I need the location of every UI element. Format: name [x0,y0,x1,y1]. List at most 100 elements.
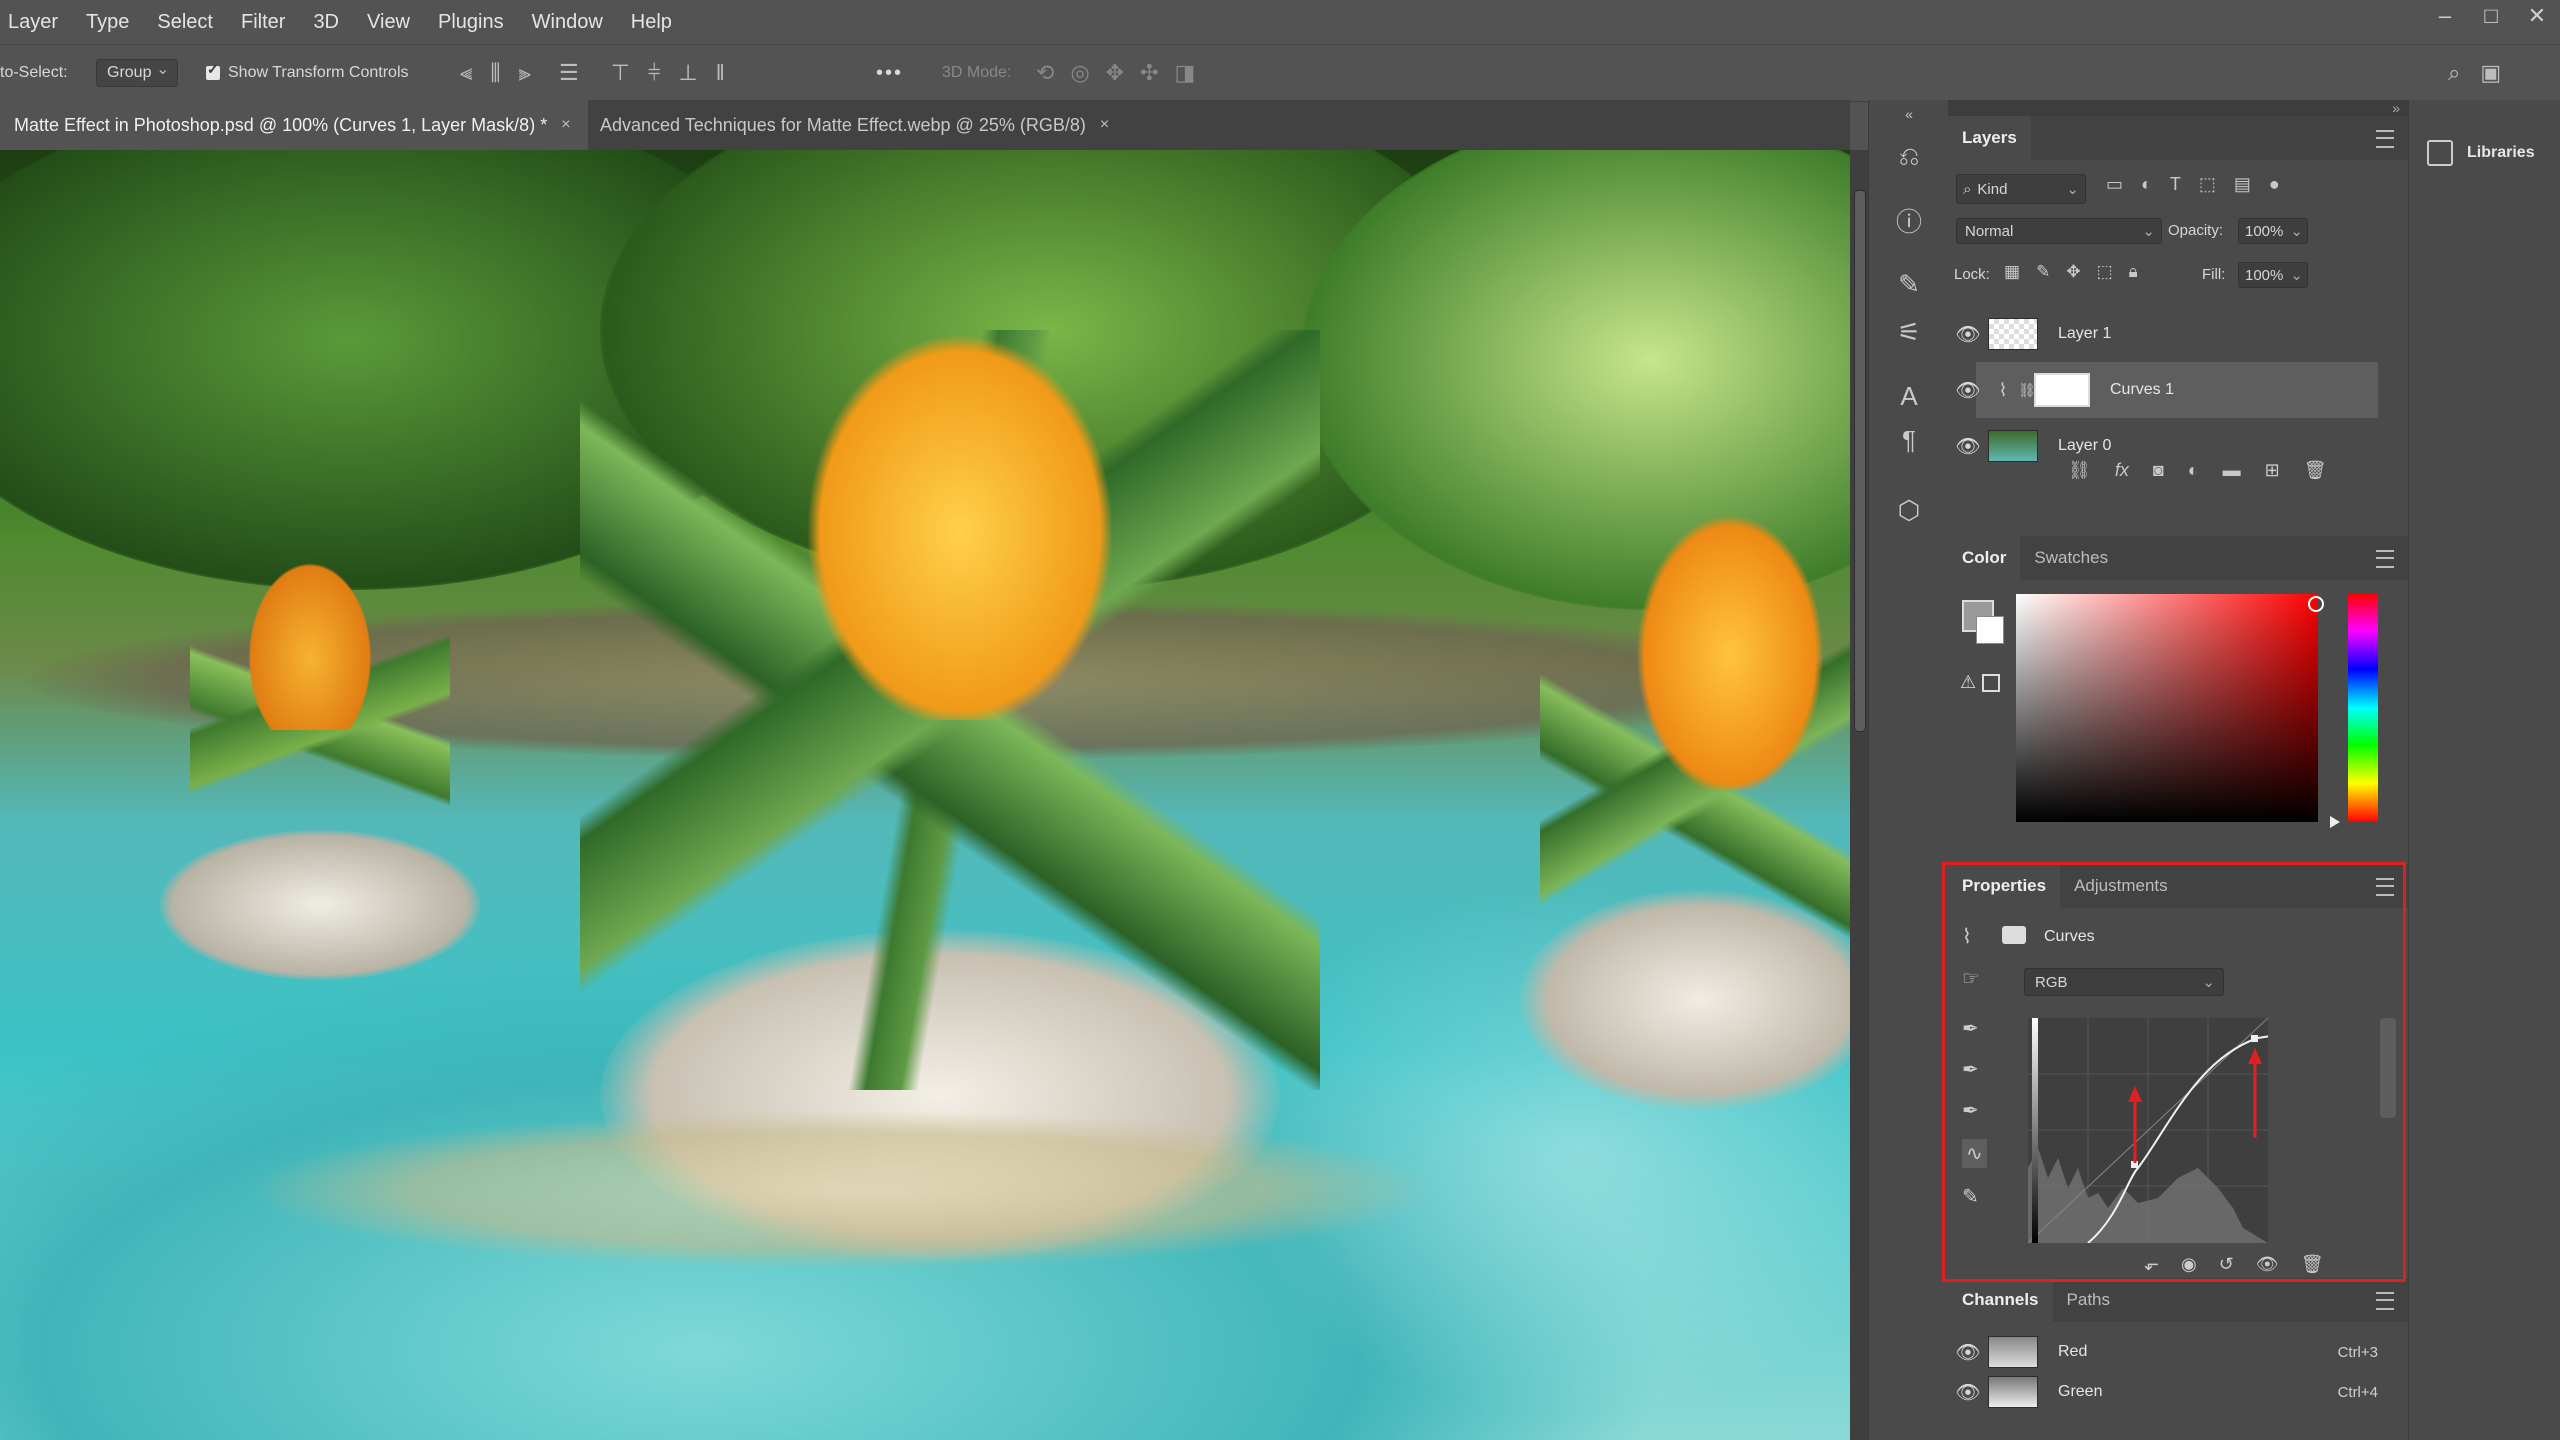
fx-icon[interactable]: fx [2115,460,2129,481]
canvas-scrollbar[interactable] [1850,150,1868,1440]
align-bottom-icon[interactable]: ⊥ [679,60,698,86]
channels-panel-header: Channels Paths [1948,1278,2408,1322]
collapse-icon[interactable]: « [1891,104,1927,124]
lock-artboard-icon[interactable]: ⬚ [2097,262,2113,282]
opacity-field[interactable]: 100% ⌄ [2238,218,2308,244]
menu-type[interactable]: Type [72,11,143,34]
history-icon[interactable]: ⎌ [1891,138,1927,174]
new-group-icon[interactable]: ▬ [2223,460,2241,481]
blend-mode-dropdown[interactable]: Normal ⌄ [1956,218,2162,244]
layer-filter-dropdown[interactable]: ⌕ Kind ⌄ [1956,174,2086,204]
align-middle-icon[interactable]: ⫩ [648,60,661,86]
hue-slider[interactable] [2348,594,2378,822]
align-left-icon[interactable]: ⫷ [460,60,472,86]
new-layer-icon[interactable]: ⊞ [2265,460,2280,481]
video-camera-icon[interactable]: ◨ [1175,60,1196,86]
menu-filter[interactable]: Filter [227,11,299,34]
eye-icon[interactable]: 👁︎ [1948,1340,1988,1365]
channel-row[interactable]: 👁︎ Red Ctrl+3 [1948,1332,2378,1372]
new-adjustment-icon[interactable]: ◐ [2188,460,2199,481]
brush-settings-icon[interactable]: ✎ [1891,266,1927,302]
fill-field[interactable]: 100% ⌄ [2238,262,2308,288]
search-icon: ⌕ [1963,180,1972,198]
layer-mask-thumbnail[interactable] [2034,373,2090,407]
document-canvas[interactable] [0,150,1850,1440]
auto-select-dropdown[interactable]: Group [96,59,179,87]
close-tab-icon[interactable]: × [561,116,570,134]
lock-position-icon[interactable]: ✥ [2066,262,2080,282]
add-mask-icon[interactable]: ◙ [2153,460,2164,481]
tab-advanced-techniques[interactable]: Advanced Techniques for Matte Effect.web… [586,100,1123,150]
document-tab-bar: Matte Effect in Photoshop.psd @ 100% (Cu… [0,100,1850,151]
tab-matte-effect-psd[interactable]: Matte Effect in Photoshop.psd @ 100% (Cu… [0,100,588,150]
maximize-button[interactable]: □ [2468,0,2514,36]
background-color-swatch[interactable] [1976,616,2004,644]
fill-value: 100% [2245,267,2284,284]
align-top-icon[interactable]: ⊤ [611,60,630,86]
options-bar: to-Select: Group Show Transform Controls… [0,44,2560,102]
lock-transparent-icon[interactable]: ▦ [2004,262,2020,282]
color-picker-handle[interactable] [2308,596,2324,612]
menu-select[interactable]: Select [143,11,227,34]
search-icon[interactable]: ⌕ [2448,60,2460,86]
tab-layers[interactable]: Layers [1948,116,2031,160]
delete-layer-icon[interactable]: 🗑︎ [2304,460,2327,481]
roll-icon[interactable]: ◎ [1070,60,1089,86]
hue-slider-handle[interactable] [2330,816,2340,828]
character-icon[interactable]: A [1891,378,1927,414]
eye-icon[interactable]: 👁︎ [1948,322,1988,347]
tab-color[interactable]: Color [1948,536,2021,580]
menu-view[interactable]: View [353,11,424,34]
close-window-button[interactable]: ✕ [2514,0,2560,36]
menu-3d[interactable]: 3D [299,11,353,34]
align-center-h-icon[interactable]: ⫼ [490,60,500,86]
slide-icon[interactable]: ✣ [1140,60,1158,86]
align-right-icon[interactable]: ⫸ [519,60,531,86]
layer-row[interactable]: 👁︎ Layer 1 [1948,306,2378,362]
eye-icon[interactable]: 👁︎ [1948,378,1988,403]
libraries-button[interactable]: Libraries [2427,140,2535,166]
more-options-button[interactable]: ••• [876,45,903,101]
menu-help[interactable]: Help [617,11,686,34]
panel-collapse-icon[interactable]: » [1948,100,2408,116]
tab-swatches[interactable]: Swatches [2020,536,2122,580]
filter-toggle-icon[interactable]: ● [2269,174,2280,195]
tab-label: Matte Effect in Photoshop.psd @ 100% (Cu… [14,114,548,135]
color-panel-menu-icon[interactable] [2376,550,2394,568]
lock-pixels-icon[interactable]: ✎ [2036,262,2050,282]
workspace-icon[interactable]: ▣ [2480,60,2501,86]
lock-all-icon[interactable]: 🔒︎ [2129,262,2138,282]
3d-cube-icon[interactable]: ⬡ [1891,492,1927,528]
orbit-icon[interactable]: ⟲ [1036,60,1054,86]
shape-filter-icon[interactable]: ⬚ [2199,174,2216,195]
close-tab-icon[interactable]: × [1100,116,1109,134]
layer-row-selected[interactable]: 👁︎ ⌇ ⛓︎ Curves 1 [1955,362,2378,418]
type-filter-icon[interactable]: T [2170,174,2181,195]
tab-paths[interactable]: Paths [2053,1278,2124,1322]
menu-plugins[interactable]: Plugins [424,11,518,34]
show-transform-toggle[interactable]: Show Transform Controls [206,45,409,101]
eye-icon[interactable]: 👁︎ [1948,1380,1988,1405]
info-icon[interactable]: ⓘ [1891,204,1927,240]
pixel-filter-icon[interactable]: ▭ [2106,174,2123,195]
paragraph-icon[interactable]: ¶ [1891,422,1927,458]
adjustment-filter-icon[interactable]: ◐ [2141,174,2152,195]
color-field[interactable] [2016,594,2324,822]
minimize-button[interactable]: – [2422,0,2468,36]
layer-name: Curves 1 [2110,381,2175,398]
scrollbar-thumb[interactable] [1854,190,1866,732]
tab-channels[interactable]: Channels [1948,1278,2053,1322]
channels-panel-menu-icon[interactable] [2376,1292,2394,1310]
show-transform-checkbox[interactable] [206,61,220,80]
eye-icon[interactable]: 👁︎ [1948,434,1988,459]
pan-icon[interactable]: ✥ [1106,60,1124,86]
menu-window[interactable]: Window [518,11,617,34]
adjustment-sliders-icon[interactable]: ⚟ [1891,314,1927,350]
distribute-v-icon[interactable]: ‖ [716,60,725,86]
channel-row[interactable]: 👁︎ Green Ctrl+4 [1948,1372,2378,1412]
distribute-icon[interactable]: ☰ [559,60,579,86]
menu-layer[interactable]: Layer [0,11,72,34]
layers-panel-menu-icon[interactable] [2376,130,2394,148]
smart-object-filter-icon[interactable]: ▤ [2234,174,2251,195]
link-layers-icon[interactable]: ⛓︎ [2068,460,2091,481]
